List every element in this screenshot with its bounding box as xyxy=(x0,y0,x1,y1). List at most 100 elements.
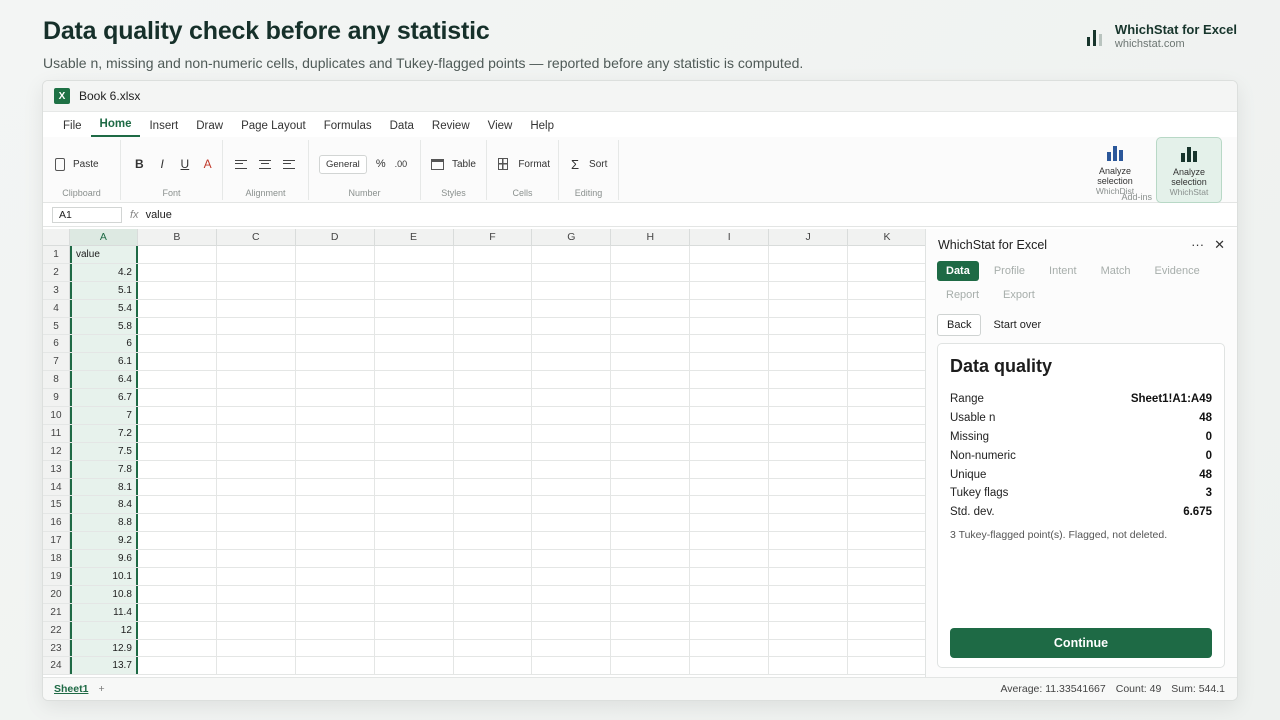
cell[interactable] xyxy=(138,621,217,639)
cell[interactable] xyxy=(532,532,612,550)
italic-button[interactable]: I xyxy=(156,157,169,171)
cell[interactable] xyxy=(769,460,849,478)
cell[interactable] xyxy=(532,639,612,657)
cell[interactable] xyxy=(690,657,770,675)
cell[interactable] xyxy=(454,424,533,442)
cell[interactable] xyxy=(375,585,454,603)
cell[interactable] xyxy=(138,514,217,532)
row-header[interactable]: 21 xyxy=(43,603,70,621)
cell[interactable] xyxy=(375,568,454,585)
cell[interactable] xyxy=(611,335,691,353)
cell[interactable] xyxy=(296,478,375,496)
column-header[interactable]: D xyxy=(296,229,375,245)
cell[interactable] xyxy=(611,478,691,496)
font-color-button[interactable]: A xyxy=(201,157,214,171)
cell[interactable] xyxy=(769,496,849,514)
cell[interactable] xyxy=(138,460,217,478)
cell[interactable] xyxy=(217,371,296,389)
cell[interactable] xyxy=(454,514,533,532)
cell[interactable] xyxy=(690,424,770,442)
cell-a[interactable]: 8.1 xyxy=(69,478,138,496)
cell-a[interactable]: 12 xyxy=(69,621,138,639)
sort-button[interactable]: Sort xyxy=(589,159,607,170)
cell[interactable] xyxy=(296,263,375,281)
cell[interactable] xyxy=(532,442,612,460)
cell-a[interactable]: 5.4 xyxy=(69,299,138,317)
align-left-icon[interactable] xyxy=(235,159,247,169)
cell[interactable] xyxy=(611,407,691,424)
cell[interactable] xyxy=(611,353,691,371)
cell[interactable] xyxy=(848,335,927,353)
row-header[interactable]: 11 xyxy=(43,424,70,442)
cell[interactable] xyxy=(611,246,691,263)
cell[interactable] xyxy=(454,496,533,514)
column-header[interactable]: G xyxy=(532,229,612,245)
cell[interactable] xyxy=(296,514,375,532)
cell[interactable] xyxy=(690,407,770,424)
cell[interactable] xyxy=(769,532,849,550)
step-intent[interactable]: Intent xyxy=(1040,261,1086,281)
tab-home[interactable]: Home xyxy=(90,118,141,137)
cell[interactable] xyxy=(611,657,691,675)
cell[interactable] xyxy=(532,603,612,621)
cell[interactable] xyxy=(296,460,375,478)
cell[interactable] xyxy=(217,532,296,550)
row-header[interactable]: 14 xyxy=(43,478,70,496)
cell[interactable] xyxy=(375,460,454,478)
cell[interactable] xyxy=(296,657,375,675)
cell[interactable] xyxy=(138,496,217,514)
cell[interactable] xyxy=(848,460,927,478)
cell[interactable] xyxy=(611,442,691,460)
cell[interactable] xyxy=(296,442,375,460)
cell[interactable] xyxy=(217,550,296,568)
row-header[interactable]: 22 xyxy=(43,621,70,639)
add-sheet-button[interactable]: + xyxy=(98,683,104,695)
cell-a[interactable]: 7.5 xyxy=(69,442,138,460)
step-evidence[interactable]: Evidence xyxy=(1146,261,1209,281)
cell-a[interactable]: 10.1 xyxy=(69,568,138,585)
cell-a[interactable]: 6.1 xyxy=(69,353,138,371)
paste-icon[interactable] xyxy=(55,157,65,171)
cell[interactable] xyxy=(217,317,296,335)
formula-input[interactable]: value xyxy=(146,209,172,221)
cell[interactable] xyxy=(138,478,217,496)
cell[interactable] xyxy=(848,353,927,371)
cell[interactable] xyxy=(454,639,533,657)
cell[interactable] xyxy=(532,657,612,675)
cell[interactable] xyxy=(454,460,533,478)
cell[interactable] xyxy=(375,317,454,335)
cell-a[interactable]: 9.6 xyxy=(69,550,138,568)
cell[interactable] xyxy=(296,371,375,389)
cell[interactable] xyxy=(532,263,612,281)
cell[interactable] xyxy=(138,424,217,442)
cell[interactable] xyxy=(769,568,849,585)
row-header[interactable]: 6 xyxy=(43,335,70,353)
cell[interactable] xyxy=(611,639,691,657)
step-data[interactable]: Data xyxy=(937,261,979,281)
align-right-icon[interactable] xyxy=(283,159,295,169)
cell[interactable] xyxy=(690,281,770,299)
cell[interactable] xyxy=(375,496,454,514)
cell[interactable] xyxy=(296,246,375,263)
cell[interactable] xyxy=(296,407,375,424)
cell[interactable] xyxy=(769,424,849,442)
cell[interactable] xyxy=(375,639,454,657)
cell[interactable] xyxy=(138,389,217,407)
format-button[interactable]: Format xyxy=(518,159,550,170)
cell[interactable] xyxy=(375,478,454,496)
cell[interactable] xyxy=(848,281,927,299)
cell[interactable] xyxy=(138,407,217,424)
column-header[interactable]: A xyxy=(69,229,138,245)
cell[interactable] xyxy=(454,585,533,603)
cell[interactable] xyxy=(217,657,296,675)
tab-insert[interactable]: Insert xyxy=(140,120,187,137)
cell[interactable] xyxy=(454,568,533,585)
column-header[interactable]: J xyxy=(769,229,849,245)
cell[interactable] xyxy=(217,514,296,532)
step-report[interactable]: Report xyxy=(937,285,988,305)
cell[interactable] xyxy=(611,299,691,317)
cell[interactable] xyxy=(375,407,454,424)
cell[interactable] xyxy=(848,317,927,335)
cell[interactable] xyxy=(375,335,454,353)
cell[interactable] xyxy=(454,299,533,317)
